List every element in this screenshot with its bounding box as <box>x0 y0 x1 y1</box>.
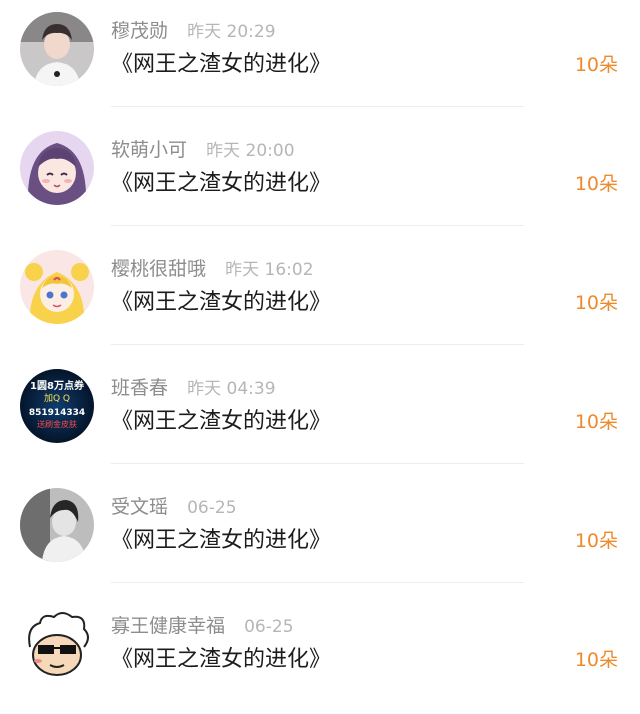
divider <box>111 463 524 464</box>
timestamp: 昨天 20:29 <box>187 22 276 42</box>
avatar[interactable] <box>20 12 94 86</box>
item-meta: 软萌小可 昨天 20:00 <box>111 135 295 161</box>
avatar[interactable] <box>20 250 94 324</box>
cartoon-sunglasses-icon <box>20 607 94 681</box>
timestamp: 昨天 04:39 <box>187 379 276 399</box>
avatar[interactable] <box>20 131 94 205</box>
user-name[interactable]: 寡王健康幸福 <box>111 615 225 637</box>
book-title[interactable]: 《网王之渣女的进化》 <box>111 641 331 673</box>
reward-count: 10朵 <box>574 411 618 433</box>
ad-text-line2: 加Q Q <box>44 393 70 404</box>
avatar[interactable] <box>20 607 94 681</box>
ad-text-line3: 851914334 <box>29 408 85 418</box>
list-item[interactable]: 1圆8万点券 加Q Q 851914334 送刷金皮肤 班香春 昨天 04:39… <box>0 357 640 476</box>
book-title[interactable]: 《网王之渣女的进化》 <box>111 284 331 316</box>
user-name[interactable]: 受文瑶 <box>111 496 168 518</box>
bw-photo-icon <box>20 488 94 562</box>
anime-girl-icon <box>20 131 94 205</box>
divider <box>111 106 524 107</box>
reward-count: 10朵 <box>574 649 618 671</box>
ad-badge-icon: 1圆8万点券 加Q Q 851914334 送刷金皮肤 <box>20 369 94 443</box>
ad-text-line4: 送刷金皮肤 <box>37 419 77 429</box>
book-title[interactable]: 《网王之渣女的进化》 <box>111 522 331 554</box>
avatar[interactable] <box>20 488 94 562</box>
reward-count: 10朵 <box>574 292 618 314</box>
divider <box>111 225 524 226</box>
item-meta: 班香春 昨天 04:39 <box>111 373 276 399</box>
timestamp: 06-25 <box>244 617 294 637</box>
user-name[interactable]: 软萌小可 <box>111 139 187 161</box>
list-item[interactable]: 受文瑶 06-25 《网王之渣女的进化》 10朵 <box>0 476 640 595</box>
item-meta: 受文瑶 06-25 <box>111 492 237 518</box>
user-name[interactable]: 班香春 <box>111 377 168 399</box>
reward-count: 10朵 <box>574 530 618 552</box>
sailor-moon-icon <box>20 250 94 324</box>
item-meta: 樱桃很甜哦 昨天 16:02 <box>111 254 314 280</box>
list-item[interactable]: 寡王健康幸福 06-25 《网王之渣女的进化》 10朵 <box>0 595 640 714</box>
item-meta: 穆茂勋 昨天 20:29 <box>111 16 276 42</box>
gift-list: 穆茂勋 昨天 20:29 《网王之渣女的进化》 10朵 软萌小可 昨天 20:0… <box>0 0 640 681</box>
timestamp: 昨天 20:00 <box>206 141 295 161</box>
reward-count: 10朵 <box>574 54 618 76</box>
book-title[interactable]: 《网王之渣女的进化》 <box>111 165 331 197</box>
reward-count: 10朵 <box>574 173 618 195</box>
divider <box>111 582 524 583</box>
book-title[interactable]: 《网王之渣女的进化》 <box>111 46 331 78</box>
book-title[interactable]: 《网王之渣女的进化》 <box>111 403 331 435</box>
list-item[interactable]: 软萌小可 昨天 20:00 《网王之渣女的进化》 10朵 <box>0 119 640 238</box>
timestamp: 昨天 16:02 <box>225 260 314 280</box>
avatar[interactable]: 1圆8万点券 加Q Q 851914334 送刷金皮肤 <box>20 369 94 443</box>
user-name[interactable]: 穆茂勋 <box>111 20 168 42</box>
ad-text-line1: 1圆8万点券 <box>30 379 85 392</box>
list-item[interactable]: 穆茂勋 昨天 20:29 《网王之渣女的进化》 10朵 <box>0 0 640 119</box>
list-item[interactable]: 樱桃很甜哦 昨天 16:02 《网王之渣女的进化》 10朵 <box>0 238 640 357</box>
item-meta: 寡王健康幸福 06-25 <box>111 611 294 637</box>
divider <box>111 344 524 345</box>
timestamp: 06-25 <box>187 498 237 518</box>
boy-photo-icon <box>20 12 94 86</box>
user-name[interactable]: 樱桃很甜哦 <box>111 258 206 280</box>
